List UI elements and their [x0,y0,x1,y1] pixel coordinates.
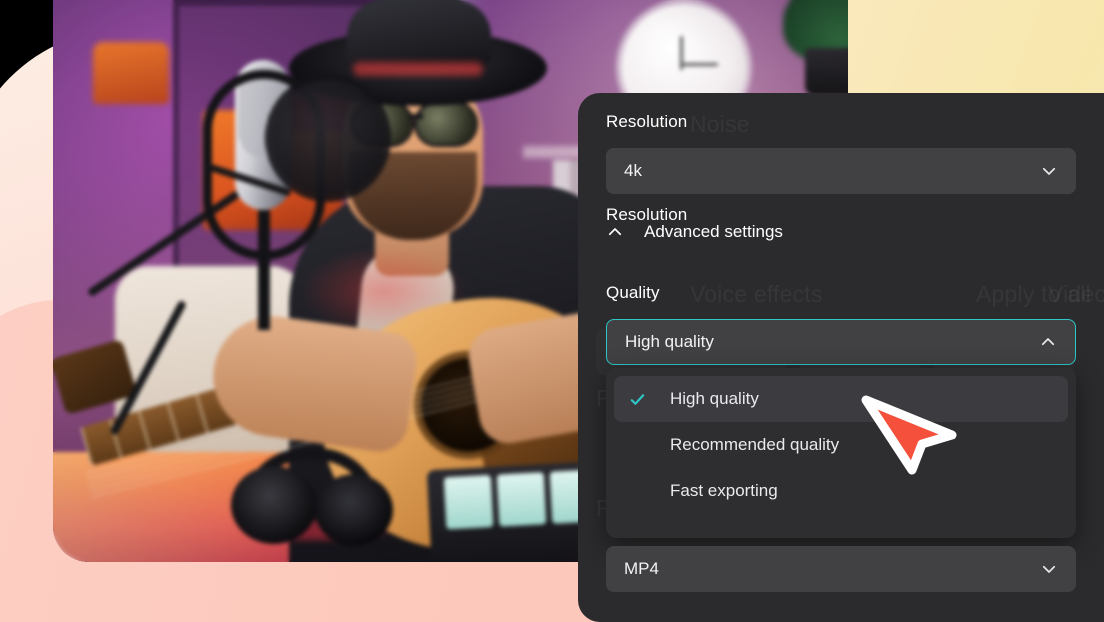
quality-option-recommended[interactable]: Recommended quality [614,422,1068,468]
chevron-up-icon [606,223,624,241]
photo-light-tube [425,0,454,329]
ghost-label-voice-effects: Voice effects [690,281,823,307]
photo-red-rim-light [299,246,469,336]
advanced-settings-toggle[interactable]: Advanced settings [606,222,783,242]
photo-hat-crown [347,0,491,66]
ghost-label-video: Video [1048,281,1104,307]
chevron-down-icon [1040,162,1058,180]
quality-option-recommended-label: Recommended quality [670,435,840,454]
quality-select[interactable]: High quality [606,319,1076,365]
photo-person-beard [349,152,477,240]
photo-person-face [343,70,483,238]
photo-hat-brim [289,30,547,106]
photo-guitar-headstock [53,338,138,416]
photo-sunglasses-bridge [409,114,423,119]
photo-headphones-red-light [247,520,387,540]
resolution-select-main[interactable]: 4k [606,148,1076,194]
photo-guitar-strings [85,342,617,501]
photo-guitar-neck [80,336,409,467]
photo-person-neck [375,206,449,276]
photo-microphone-grille [239,66,287,158]
photo-lamp [93,42,169,104]
photo-guitar-frets [80,336,409,467]
photo-plant-pot [805,48,848,96]
quality-option-high[interactable]: High quality [614,376,1068,422]
photo-orange-box [203,110,343,230]
photo-mic-boom-arm-lower [109,299,187,436]
quality-option-fast-label: Fast exporting [670,481,778,500]
quality-dropdown-menu: High quality Recommended quality Fast ex… [606,368,1076,538]
photo-clock-hour-hand [680,36,683,70]
photo-plant [783,0,848,64]
photo-mic-stem [258,210,270,330]
photo-sunglasses-left-lens [353,104,411,144]
photo-shelf-unit [173,0,423,330]
photo-chair [115,266,305,496]
advanced-settings-label: Advanced settings [644,222,783,241]
photo-person-torso [289,186,619,562]
photo-clock-minute-hand [682,63,718,66]
photo-red-cap [253,96,353,132]
photo-headphones-cup-right [315,474,393,546]
photo-light-tube-glow [405,0,475,330]
quality-option-fast[interactable]: Fast exporting [614,468,1068,514]
photo-hat-red-light [353,62,483,76]
quality-option-high-label: High quality [670,389,759,408]
resolution-value-main: 4k [624,161,642,180]
check-icon [626,391,648,408]
chevron-up-icon [1039,333,1057,351]
format-select[interactable]: MP4 [606,546,1076,592]
photo-guitar-soundhole [414,351,522,459]
photo-pop-filter-rod [204,162,292,197]
photo-headphones-band [241,448,381,512]
screenshot-root: Noise reduction Voice effects Apply to a… [0,0,1104,622]
format-value: MP4 [624,559,659,578]
quality-value: High quality [625,332,714,351]
ghost-label-apply-to-all: Apply to all [976,281,1091,307]
ghost-label-noise: Noise [690,111,750,137]
photo-mic-boom-arm-upper [86,190,241,298]
photo-person-shirt [352,243,458,383]
photo-headphones-cup-left [231,466,317,544]
photo-person-left-arm [205,308,421,456]
photo-sunglasses-right-lens [417,104,475,144]
photo-mic-shock-mount [203,70,325,260]
photo-desk-sheen [53,452,613,562]
photo-pop-filter [271,80,385,196]
chevron-down-icon [1040,560,1058,578]
photo-microphone [235,60,291,210]
